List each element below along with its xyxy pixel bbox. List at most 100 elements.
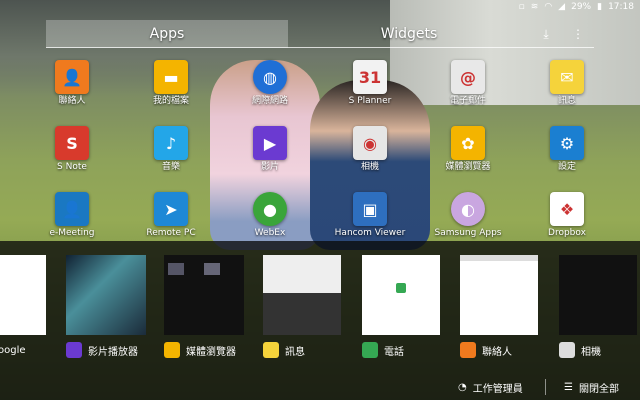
app-message[interactable]: ✉ 訊息 [522,60,612,107]
email-icon: @ [451,60,485,94]
recent-label-text: 電話 [384,346,404,358]
recent-actions-bar: ◔ 工作管理員 ☰ 關閉全部 [0,375,640,399]
app-drawer-tabs: Apps Widgets ⤓ ⋮ [46,20,594,48]
tab-apps[interactable]: Apps [46,20,288,48]
battery-icon: ▮ [597,2,603,12]
status-bar: ▫ ≋ ◠ ◢ 29% ▮ 17:18 [519,0,640,14]
app-music[interactable]: ♪ 音樂 [126,126,216,173]
close-all-icon: ☰ [564,381,573,393]
app-label: 網際網路 [251,96,288,106]
pie-chart-icon: ◔ [458,381,467,393]
message-icon [263,342,279,358]
app-snote[interactable]: S S Note [27,126,117,173]
globe-icon: ◍ [253,60,287,94]
app-dropbox[interactable]: ❖ Dropbox [522,192,612,239]
recent-label-text: 訊息 [285,346,305,358]
snote-icon: S [55,126,89,160]
close-all-button[interactable]: ☰ 關閉全部 [564,375,619,399]
recent-thumb-video-player[interactable] [66,255,146,335]
app-webex[interactable]: ● WebEx [225,192,315,239]
app-label: 相機 [360,162,379,172]
recent-thumb-camera[interactable] [559,255,637,335]
signal-icon: ◢ [558,2,566,12]
recent-label-message[interactable]: 訊息 [263,341,305,359]
app-label: 電子郵件 [449,96,486,106]
app-gallery[interactable]: ✿ 媒體瀏覽器 [423,126,513,173]
recent-label-text: 媒體瀏覽器 [186,346,236,358]
camera-icon [559,342,575,358]
app-hancom[interactable]: ▣ Hancom Viewer [325,192,415,239]
battery-percent: 29% [571,2,592,12]
app-calendar[interactable]: 31 S Planner [325,60,415,107]
person-icon: 👤 [55,60,89,94]
recent-thumb-contacts[interactable] [460,255,538,335]
app-globe[interactable]: ◍ 網際網路 [225,60,315,107]
recent-label-text: 影片播放器 [88,346,138,358]
contacts-icon [460,342,476,358]
app-label: 聯絡人 [58,96,86,106]
app-label: Samsung Apps [434,228,502,238]
app-label: 媒體瀏覽器 [445,162,491,172]
message-icon: ✉ [550,60,584,94]
gallery-icon: ✿ [451,126,485,160]
app-label: WebEx [254,228,286,238]
notification-icon: ▫ [518,2,525,12]
app-remote-pc[interactable]: ➤ Remote PC [126,192,216,239]
recent-thumb-phone[interactable] [362,255,440,335]
music-icon: ♪ [154,126,188,160]
recent-label-phone[interactable]: 電話 [362,341,404,359]
vibrate-icon: ≋ [530,2,539,12]
recent-thumb-messages[interactable] [263,255,341,335]
app-label: Dropbox [548,228,586,238]
video-icon: ▶ [253,126,287,160]
tab-widgets[interactable]: Widgets [288,20,530,48]
calendar-icon: 31 [353,60,387,94]
recent-label-text: 聯絡人 [482,346,512,358]
app-video[interactable]: ▶ 影片 [225,126,315,173]
recent-label-text: oogle [0,344,26,356]
action-divider [545,379,546,395]
recent-label-gallery[interactable]: 媒體瀏覽器 [164,341,236,359]
app-label: 訊息 [557,96,576,106]
recent-apps-panel: oogle 影片播放器 媒體瀏覽器 訊息 電話 聯絡人 相機 ◔ 工作管理員 ☰ 關閉全部 [0,241,640,400]
app-label: 影片 [260,162,279,172]
recent-label-contacts[interactable]: 聯絡人 [460,341,512,359]
app-label: 音樂 [161,162,180,172]
close-all-label: 關閉全部 [578,383,619,395]
download-icon[interactable]: ⤓ [530,20,562,48]
more-options-icon[interactable]: ⋮ [562,20,594,48]
camera-icon: ◉ [353,126,387,160]
hancom-icon: ▣ [353,192,387,226]
recent-label-google[interactable]: oogle [0,341,26,359]
emeeting-icon: 👤 [55,192,89,226]
app-email[interactable]: @ 電子郵件 [423,60,513,107]
task-manager-label: 工作管理員 [472,383,523,395]
app-samsung-apps[interactable]: ◐ Samsung Apps [423,192,513,239]
recent-label-camera[interactable]: 相機 [559,341,601,359]
app-person[interactable]: 👤 聯絡人 [27,60,117,107]
app-emeeting[interactable]: 👤 e-Meeting [27,192,117,239]
gallery-icon [164,342,180,358]
recent-thumb-gallery[interactable] [164,255,244,335]
wifi-icon: ◠ [544,2,553,12]
recent-thumb-google[interactable] [0,255,46,335]
app-label: 我的檔案 [152,96,189,106]
remote-pc-icon: ➤ [154,192,188,226]
app-folder[interactable]: ▬ 我的檔案 [126,60,216,107]
recent-label-video-player[interactable]: 影片播放器 [66,341,138,359]
task-manager-button[interactable]: ◔ 工作管理員 [458,375,523,399]
samsung-apps-icon: ◐ [451,192,485,226]
phone-icon [362,342,378,358]
recent-label-text: 相機 [581,346,601,358]
app-label: S Planner [348,96,392,106]
app-camera[interactable]: ◉ 相機 [325,126,415,173]
folder-icon: ▬ [154,60,188,94]
video-player-icon [66,342,82,358]
dropbox-icon: ❖ [550,192,584,226]
webex-icon: ● [253,192,287,226]
app-label: e-Meeting [49,228,95,238]
app-label: Remote PC [146,228,196,238]
app-settings-gear[interactable]: ⚙ 設定 [522,126,612,173]
app-label: 設定 [557,162,576,172]
settings-gear-icon: ⚙ [550,126,584,160]
